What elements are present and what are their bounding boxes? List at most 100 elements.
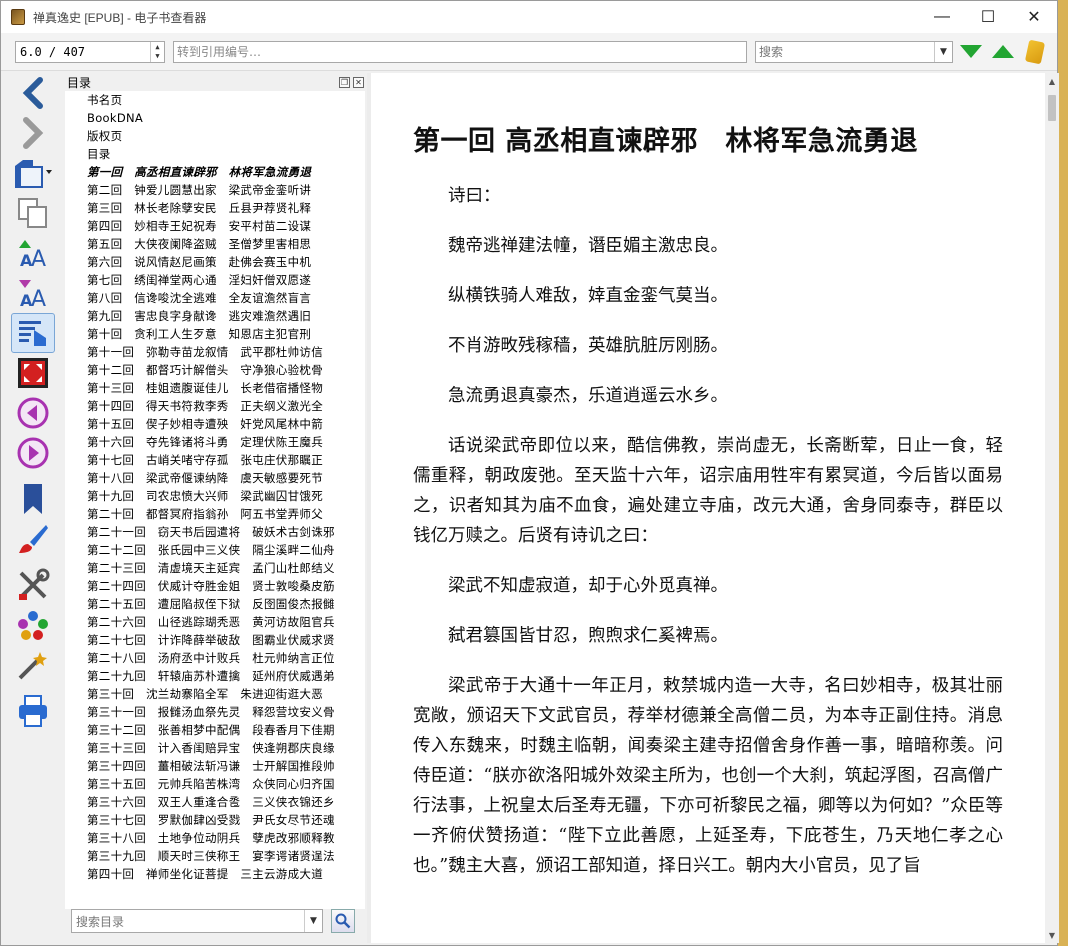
toc-item[interactable]: 目录 xyxy=(65,145,365,163)
toc-item[interactable]: 第四十回 禅师坐化证菩提 三主云游成大道 xyxy=(65,865,365,883)
toc-item[interactable]: 第十一回 弥勒寺苗龙叙情 武平郡杜帅访信 xyxy=(65,343,365,361)
bookmarks-button[interactable] xyxy=(11,479,55,519)
toc-item[interactable]: 第十五回 偰子妙相寺遭殃 奸党风尾林中箭 xyxy=(65,415,365,433)
scroll-up-icon[interactable]: ▲ xyxy=(1045,73,1059,89)
toc-item[interactable]: 第三回 林长老除孽安民 丘县尹荐贤礼释 xyxy=(65,199,365,217)
toc-item[interactable]: 第十二回 都督巧计解僧头 守净狼心验枕骨 xyxy=(65,361,365,379)
paragraph: 魏帝逃禅建法幢，谮臣媚主激忠良。 xyxy=(448,236,728,256)
position-spinbox[interactable]: 6.0 / 407 ▲ ▼ xyxy=(15,40,165,63)
toc-item[interactable]: 第十九回 司农忠愤大兴师 梁武幽囚甘饿死 xyxy=(65,487,365,505)
inspector-icon xyxy=(18,652,47,680)
toc-item[interactable]: 第三十一回 报雠汤血祭先灵 释怨营坟安义骨 xyxy=(65,703,365,721)
highlight-button[interactable] xyxy=(1021,38,1049,66)
print-button[interactable] xyxy=(11,691,55,731)
fullscreen-button[interactable] xyxy=(11,353,55,393)
toc-title: 目录 xyxy=(67,75,92,90)
toc-item[interactable]: 第二十六回 山径逃踪瑚秃恶 黄河访故阻官兵 xyxy=(65,613,365,631)
paragraph: 梁武不知虚寂道，却于心外觅真禅。 xyxy=(448,576,728,596)
chevron-down-icon[interactable]: ▼ xyxy=(304,910,322,932)
toc-item[interactable]: 第十四回 得天书符救李秀 正夫纲义激光全 xyxy=(65,397,365,415)
arrow-up-icon xyxy=(992,45,1014,58)
next-page-icon xyxy=(17,437,49,469)
toc-item[interactable]: 第八回 信谗唆沈全逃难 全友谊澹然盲言 xyxy=(65,289,365,307)
toc-item[interactable]: 第三十三回 计入香闺赔异宝 侠逢朔郡庆良缘 xyxy=(65,739,365,757)
open-book-button[interactable] xyxy=(11,153,55,193)
position-value[interactable]: 6.0 / 407 xyxy=(16,45,150,59)
paragraph: 话说梁武帝即位以来，酷信佛教，崇尚虚无，长斋断荤，日止一食，轻儒重释，朝政废弛。… xyxy=(413,436,1003,546)
close-button[interactable]: ✕ xyxy=(1011,1,1057,33)
toc-item[interactable]: 第十八回 梁武帝偃谏纳降 虞天敏感要死节 xyxy=(65,469,365,487)
toc-search-button[interactable] xyxy=(331,909,355,933)
next-match-button[interactable] xyxy=(957,38,985,66)
spin-arrows[interactable]: ▲ ▼ xyxy=(150,41,164,62)
scroll-thumb[interactable] xyxy=(1048,95,1056,121)
toc-item[interactable]: 第二十五回 遭屈陷叔侄下狱 反囹圄俊杰报雠 xyxy=(65,595,365,613)
font-larger-button[interactable]: AA xyxy=(11,233,55,273)
toc-list[interactable]: 书名页 BookDNA 版权页 目录 第一回 高丞相直谏辟邪 林将军急流勇退 第二回 钟爱… xyxy=(65,91,365,909)
toc-item[interactable]: 书名页 xyxy=(65,91,365,109)
metadata-icon xyxy=(18,611,48,640)
maximize-button[interactable]: ☐ xyxy=(965,1,1011,33)
toc-item[interactable]: 第四回 妙相寺王妃祝寿 安平村苗二设谋 xyxy=(65,217,365,235)
forward-icon xyxy=(23,117,44,149)
toc-item[interactable]: 第二十九回 轩辕庙苏朴遭擒 延州府伏威遇弟 xyxy=(65,667,365,685)
style-button[interactable] xyxy=(11,519,55,559)
window-title: 禅真逸史 [EPUB] - 电子书查看器 xyxy=(33,10,207,25)
toc-item[interactable]: 第六回 说风情赵尼画策 赴佛会赛玉中机 xyxy=(65,253,365,271)
metadata-button[interactable] xyxy=(11,605,55,645)
toc-item[interactable]: 第二回 钟爱儿圆慧出家 梁武帝金銮听讲 xyxy=(65,181,365,199)
print-icon xyxy=(19,695,47,727)
paragraph: 不肖游畋残稼穑，英雄肮脏厉刚肠。 xyxy=(448,336,728,356)
toc-item[interactable]: 第十回 贪利工人生歹意 知恩店主犯官刑 xyxy=(65,325,365,343)
toc-item[interactable]: 第十三回 桂姐遗腹诞佳儿 长老借宿播怪物 xyxy=(65,379,365,397)
toc-item[interactable]: 第三十七回 罗默伽肆凶受戮 尹氏女尽节还魂 xyxy=(65,811,365,829)
toc-item[interactable]: 第二十回 都督冥府指翁孙 阿五书堂弄师父 xyxy=(65,505,365,523)
toc-item[interactable]: 版权页 xyxy=(65,127,365,145)
vertical-scrollbar[interactable]: ▲ ▼ xyxy=(1045,73,1059,943)
back-button[interactable] xyxy=(11,73,55,113)
toc-item[interactable]: 第二十八回 汤府丞中计败兵 杜元帅纳言正位 xyxy=(65,649,365,667)
goto-reference-input[interactable]: 转到引用编号… xyxy=(173,40,747,63)
toc-item[interactable]: 第二十二回 张氏园中三义侠 隔尘溪畔二仙舟 xyxy=(65,541,365,559)
toc-search-combobox[interactable]: 搜索目录 ▼ xyxy=(71,909,323,933)
close-panel-button[interactable]: ✕ xyxy=(353,76,364,88)
forward-button[interactable] xyxy=(11,113,55,153)
previous-match-button[interactable] xyxy=(989,38,1017,66)
toc-item[interactable]: 第三十四回 薑相破法斩冯谦 士开解国推段帅 xyxy=(65,757,365,775)
previous-page-button[interactable] xyxy=(11,393,55,433)
toc-item[interactable]: 第三十五回 元帅兵陷苦株湾 众侠同心归齐国 xyxy=(65,775,365,793)
toc-item[interactable]: 第三十九回 顺天时三侠称王 宴李谔诸贤逞法 xyxy=(65,847,365,865)
toc-item[interactable]: 第七回 绣闺禅堂两心通 淫妇奸僧双愿遂 xyxy=(65,271,365,289)
toc-item[interactable]: 第三十二回 张善相梦中配偶 段春香月下佳期 xyxy=(65,721,365,739)
font-smaller-icon: AA xyxy=(19,280,46,310)
toc-item[interactable]: 第二十七回 计诈降薛举破敌 图霸业伏威求贤 xyxy=(65,631,365,649)
float-panel-button[interactable]: ❐ xyxy=(339,76,350,88)
preferences-button[interactable] xyxy=(11,565,55,605)
search-input[interactable]: 搜索 xyxy=(756,43,934,60)
inspector-button[interactable] xyxy=(11,645,55,685)
toc-item[interactable]: 第十六回 夺先锋诸将斗勇 定理伏陈王魔兵 xyxy=(65,433,365,451)
toc-item[interactable]: 第二十四回 伏威计夺胜金姐 贤士敦唆桑皮筋 xyxy=(65,577,365,595)
scroll-down-icon[interactable]: ▼ xyxy=(1045,927,1059,943)
toc-item[interactable]: 第三十回 沈兰劫寨陷全军 朱进迎街逛大恶 xyxy=(65,685,365,703)
chevron-down-icon[interactable]: ▼ xyxy=(934,41,952,62)
scroll-icon xyxy=(1024,39,1046,64)
toc-item[interactable]: 第五回 大侠夜阑降盗贼 圣僧梦里害相思 xyxy=(65,235,365,253)
toc-toggle-button[interactable] xyxy=(11,313,55,353)
next-page-button[interactable] xyxy=(11,433,55,473)
font-smaller-button[interactable]: AA xyxy=(11,273,55,313)
minimize-button[interactable]: — xyxy=(919,1,965,33)
toc-item[interactable]: BookDNA xyxy=(65,109,365,127)
toc-search-input[interactable]: 搜索目录 xyxy=(72,913,304,930)
toc-item[interactable]: 第一回 高丞相直谏辟邪 林将军急流勇退 xyxy=(65,163,365,181)
chapter-title: 第一回 高丞相直谏辟邪 林将军急流勇退 xyxy=(413,126,918,157)
toc-item[interactable]: 第十七回 古峭关啫守存孤 张屯庄伏那瞩正 xyxy=(65,451,365,469)
toc-item[interactable]: 第二十三回 清虚境天主延宾 孟门山杜郎结义 xyxy=(65,559,365,577)
toc-item[interactable]: 第三十六回 双王人重逢合卺 三义侠衣锦还乡 xyxy=(65,793,365,811)
copy-button[interactable] xyxy=(11,193,55,233)
toc-item[interactable]: 第三十八回 土地争位动阴兵 孽虎改邪顺释教 xyxy=(65,829,365,847)
search-combobox[interactable]: 搜索 ▼ xyxy=(755,40,953,63)
open-book-icon xyxy=(15,160,52,188)
toc-item[interactable]: 第二十一回 窃天书后园遣将 破妖术古剑诛邪 xyxy=(65,523,365,541)
toc-item[interactable]: 第九回 害忠良字身献谗 逃灾难澹然遇旧 xyxy=(65,307,365,325)
